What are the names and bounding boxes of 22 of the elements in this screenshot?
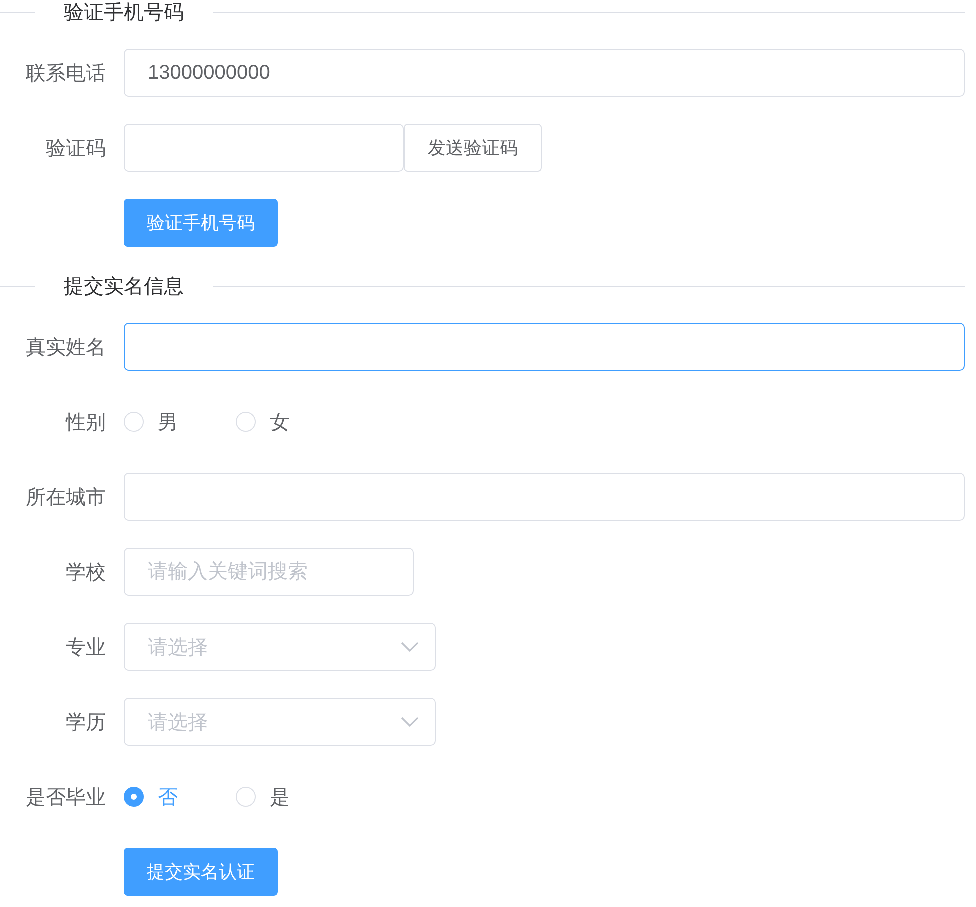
code-field[interactable]	[124, 124, 404, 172]
field-label: 专业	[65, 636, 106, 660]
field-label: 学历	[65, 710, 106, 736]
send-code-button[interactable]: 发送验证码	[404, 124, 542, 172]
field-label: 是否毕业	[25, 786, 106, 810]
section-title: 提交实名信息	[63, 274, 185, 300]
field-label: 所在城市	[25, 486, 106, 510]
chevron-down-icon	[401, 717, 419, 727]
radio-label[interactable]: 是	[270, 784, 290, 810]
section-title: 验证手机号码	[63, 0, 185, 26]
field-label: 学校	[65, 560, 106, 586]
field-label: 验证码	[45, 136, 106, 162]
radio-label[interactable]: 男	[158, 408, 178, 436]
radio-label[interactable]: 女	[270, 408, 290, 436]
field-label: 联系电话	[25, 62, 106, 86]
field-label: 真实姓名	[25, 336, 106, 360]
text-field[interactable]	[124, 323, 965, 371]
search-field[interactable]: 请输入关键词搜索	[124, 548, 414, 596]
radio-button[interactable]	[124, 787, 144, 807]
text-field[interactable]: 13000000000	[124, 49, 965, 97]
chevron-down-icon	[401, 642, 419, 652]
field-label: 性别	[64, 410, 106, 436]
